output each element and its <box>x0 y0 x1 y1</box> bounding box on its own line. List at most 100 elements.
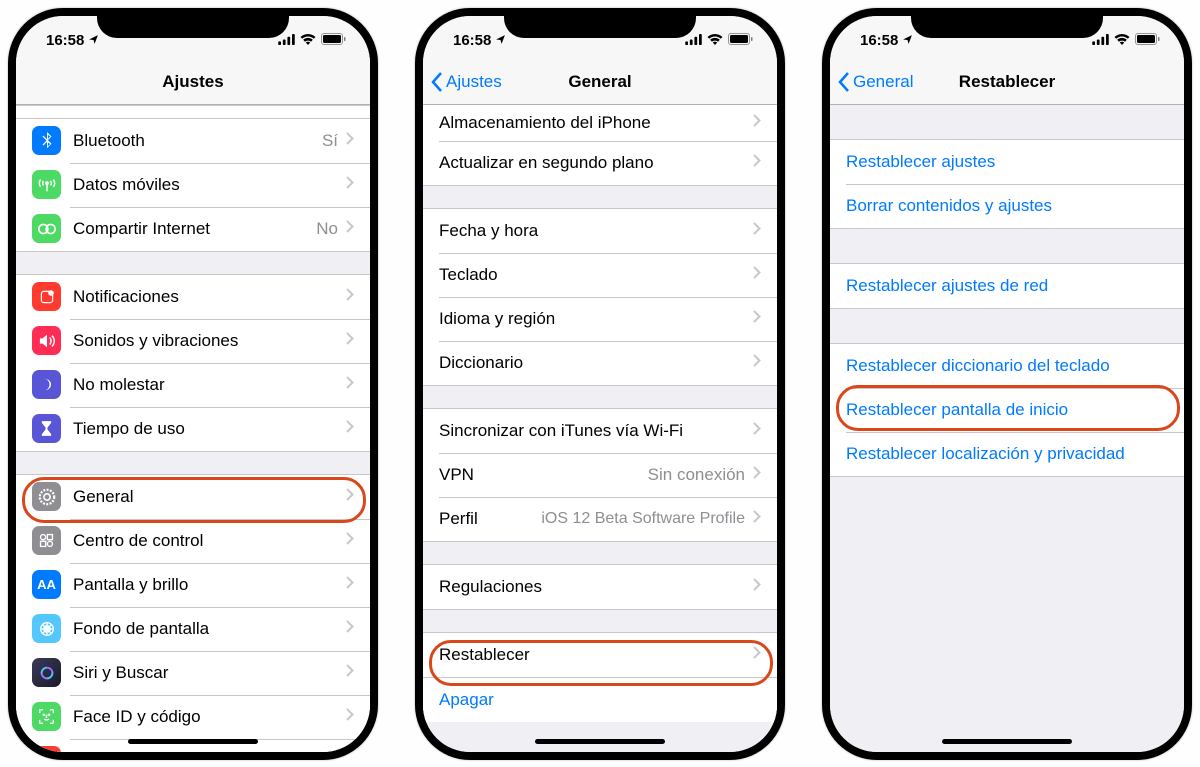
chevron-icon <box>346 176 354 194</box>
row-hotspot[interactable]: Compartir Internet No <box>16 207 370 251</box>
display-icon: AA <box>32 570 61 599</box>
settings-group-notifications: Notificaciones Sonidos y vibraciones No … <box>16 274 370 452</box>
content-area[interactable]: Bluetooth Sí Datos móviles Compartir Int… <box>16 105 370 752</box>
row-label: Perfil <box>439 509 541 529</box>
row-label: Regulaciones <box>439 577 753 597</box>
back-label: Ajustes <box>446 72 502 92</box>
back-label: General <box>853 72 913 92</box>
chevron-icon <box>346 332 354 350</box>
row-label: Emergencia SOS <box>73 751 346 752</box>
location-icon <box>902 34 913 48</box>
row-label: Sonidos y vibraciones <box>73 331 346 351</box>
control-icon <box>32 526 61 555</box>
notch <box>97 8 289 38</box>
row-mobile-data[interactable]: Datos móviles <box>16 163 370 207</box>
moon-icon <box>32 370 61 399</box>
row-label: Borrar contenidos y ajustes <box>846 196 1168 216</box>
nav-title: Restablecer <box>959 72 1055 92</box>
row-label: Face ID y código <box>73 707 346 727</box>
row-reset-location[interactable]: Restablecer localización y privacidad <box>830 432 1184 476</box>
row-vpn[interactable]: VPNSin conexión <box>423 453 777 497</box>
row-dictionary[interactable]: Diccionario <box>423 341 777 385</box>
row-siri[interactable]: Siri y Buscar <box>16 651 370 695</box>
row-keyboard[interactable]: Teclado <box>423 253 777 297</box>
phone-ajustes: 16:58 Ajustes B <box>0 0 386 767</box>
row-faceid[interactable]: Face ID y código <box>16 695 370 739</box>
row-general[interactable]: General <box>16 475 370 519</box>
row-storage[interactable]: Almacenamiento del iPhone <box>423 105 777 141</box>
chevron-icon <box>753 310 761 328</box>
row-profile[interactable]: PerfiliOS 12 Beta Software Profile <box>423 497 777 541</box>
row-label: Almacenamiento del iPhone <box>439 113 753 133</box>
row-label: Restablecer ajustes de red <box>846 276 1168 296</box>
chevron-icon <box>753 510 761 528</box>
row-reset-settings[interactable]: Restablecer ajustes <box>830 140 1184 184</box>
chevron-icon <box>346 620 354 638</box>
row-label: Centro de control <box>73 531 346 551</box>
row-itunes[interactable]: Sincronizar con iTunes vía Wi-Fi <box>423 409 777 453</box>
nav-title: Ajustes <box>162 72 223 92</box>
wifi-icon <box>300 32 316 49</box>
row-erase-all[interactable]: Borrar contenidos y ajustes <box>830 184 1184 228</box>
nav-bar: Ajustes <box>16 60 370 105</box>
shutdown-label: Apagar <box>439 690 494 710</box>
phone-frame: 16:58 General Restablecer Restablec <box>822 8 1192 760</box>
back-button[interactable]: General <box>838 72 913 92</box>
row-label: Teclado <box>439 265 753 285</box>
row-wallpaper[interactable]: Fondo de pantalla <box>16 607 370 651</box>
chevron-icon <box>753 266 761 284</box>
row-dnd[interactable]: No molestar <box>16 363 370 407</box>
status-time: 16:58 <box>46 32 84 49</box>
row-label: Pantalla y brillo <box>73 575 346 595</box>
back-button[interactable]: Ajustes <box>431 72 502 92</box>
row-regulations[interactable]: Regulaciones <box>423 565 777 609</box>
row-notifications[interactable]: Notificaciones <box>16 275 370 319</box>
faceid-icon <box>32 702 61 731</box>
sos-icon: SOS <box>32 746 61 752</box>
phone-screen: 16:58 Ajustes General <box>423 16 777 752</box>
gear-icon <box>32 482 61 511</box>
battery-icon <box>321 32 346 49</box>
row-value: iOS 12 Beta Software Profile <box>541 510 745 528</box>
row-sounds[interactable]: Sonidos y vibraciones <box>16 319 370 363</box>
row-screentime[interactable]: Tiempo de uso <box>16 407 370 451</box>
bell-icon <box>32 282 61 311</box>
chevron-icon <box>346 132 354 150</box>
phone-general: 16:58 Ajustes General <box>407 0 793 767</box>
home-indicator[interactable] <box>128 739 258 744</box>
settings-group-connectivity: Bluetooth Sí Datos móviles Compartir Int… <box>16 119 370 252</box>
status-time: 16:58 <box>860 32 898 49</box>
hotspot-icon <box>32 214 61 243</box>
row-display[interactable]: AA Pantalla y brillo <box>16 563 370 607</box>
signal-icon <box>685 32 702 49</box>
group-regulations: Regulaciones <box>423 564 777 610</box>
home-indicator[interactable] <box>535 739 665 744</box>
row-label: Notificaciones <box>73 287 346 307</box>
phone-screen: 16:58 Ajustes B <box>16 16 370 752</box>
chevron-icon <box>346 708 354 726</box>
row-label: Datos móviles <box>73 175 346 195</box>
row-language[interactable]: Idioma y región <box>423 297 777 341</box>
row-reset-home[interactable]: Restablecer pantalla de inicio <box>830 388 1184 432</box>
row-reset[interactable]: Restablecer <box>423 633 777 677</box>
row-shutdown[interactable]: Apagar <box>423 677 777 722</box>
battery-icon <box>728 32 753 49</box>
signal-icon <box>278 32 295 49</box>
row-reset-network[interactable]: Restablecer ajustes de red <box>830 264 1184 308</box>
settings-group-general: General Centro de control AA Pantalla y … <box>16 474 370 752</box>
group-storage: Almacenamiento del iPhone Actualizar en … <box>423 105 777 186</box>
content-area[interactable]: Almacenamiento del iPhone Actualizar en … <box>423 105 777 752</box>
content-area[interactable]: Restablecer ajustes Borrar contenidos y … <box>830 105 1184 752</box>
wallpaper-icon <box>32 614 61 643</box>
nav-title: General <box>568 72 631 92</box>
row-background[interactable]: Actualizar en segundo plano <box>423 141 777 185</box>
location-icon <box>88 34 99 48</box>
row-label: Fondo de pantalla <box>73 619 346 639</box>
home-indicator[interactable] <box>942 739 1072 744</box>
row-control-center[interactable]: Centro de control <box>16 519 370 563</box>
row-datetime[interactable]: Fecha y hora <box>423 209 777 253</box>
group-reset-1: Restablecer ajustes Borrar contenidos y … <box>830 139 1184 229</box>
row-bluetooth[interactable]: Bluetooth Sí <box>16 119 370 163</box>
row-reset-keyboard[interactable]: Restablecer diccionario del teclado <box>830 344 1184 388</box>
chevron-icon <box>346 488 354 506</box>
